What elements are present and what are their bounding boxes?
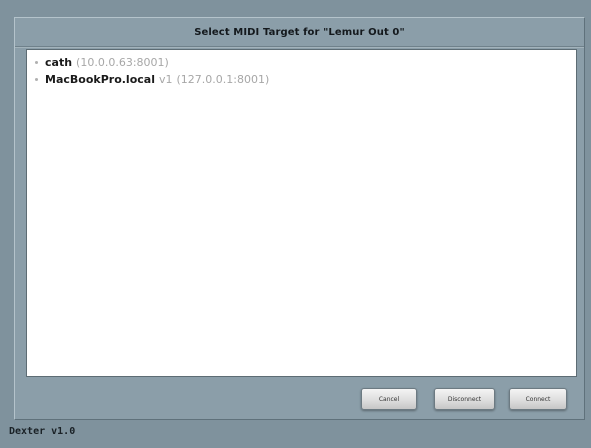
disconnect-button[interactable]: Disconnect bbox=[434, 388, 495, 410]
target-address: (127.0.0.1:8001) bbox=[176, 73, 270, 86]
connect-button[interactable]: Connect bbox=[509, 388, 567, 410]
target-list[interactable]: cath (10.0.0.63:8001) MacBookPro.local v… bbox=[26, 49, 577, 377]
bullet-icon bbox=[35, 78, 38, 81]
list-item-cath[interactable]: cath (10.0.0.63:8001) bbox=[27, 54, 169, 71]
target-name: cath bbox=[45, 56, 73, 69]
target-version: v1 bbox=[158, 73, 173, 86]
list-item-macbookpro[interactable]: MacBookPro.local v1 (127.0.0.1:8001) bbox=[27, 71, 269, 88]
dialog-title: Select MIDI Target for "Lemur Out 0" bbox=[194, 26, 405, 38]
bullet-icon bbox=[35, 61, 38, 64]
midi-target-dialog: Select MIDI Target for "Lemur Out 0" cat… bbox=[14, 17, 585, 420]
target-name: MacBookPro.local bbox=[45, 73, 155, 86]
target-address: (10.0.0.63:8001) bbox=[76, 56, 169, 69]
app-version-label: Dexter v1.0 bbox=[9, 426, 76, 437]
dialog-titlebar: Select MIDI Target for "Lemur Out 0" bbox=[15, 18, 584, 47]
cancel-button[interactable]: Cancel bbox=[361, 388, 417, 410]
